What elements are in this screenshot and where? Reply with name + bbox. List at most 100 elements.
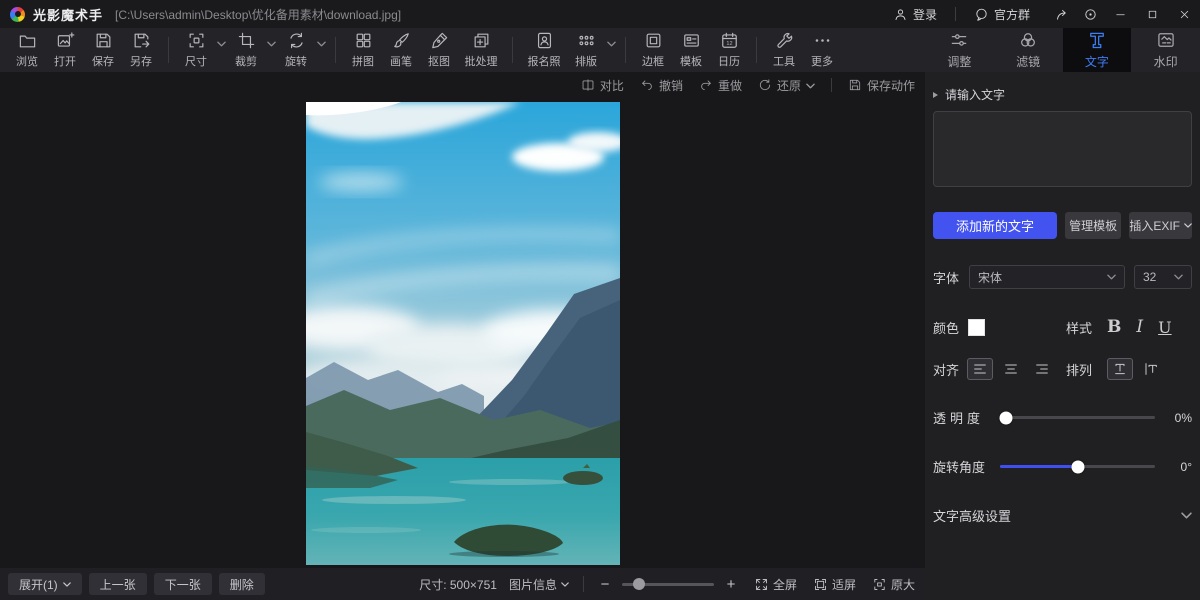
bottom-bar-center: 尺寸: 500×751 图片信息 − + 全屏 bbox=[419, 576, 915, 593]
share-arrow-icon bbox=[1055, 7, 1070, 22]
close-button[interactable] bbox=[1168, 0, 1200, 28]
tab-watermark[interactable]: 水印 bbox=[1131, 28, 1200, 72]
arrange-label: 排列 bbox=[1066, 360, 1092, 379]
calendar-button[interactable]: 12 日历 bbox=[710, 31, 748, 69]
zoom-slider[interactable] bbox=[622, 583, 714, 586]
save-button[interactable]: 保存 bbox=[84, 31, 122, 69]
compare-button[interactable]: 对比 bbox=[581, 77, 624, 94]
chevron-down-icon bbox=[267, 41, 276, 47]
opacity-value: 0% bbox=[1166, 411, 1192, 425]
minimize-button[interactable] bbox=[1104, 0, 1136, 28]
rotation-slider[interactable] bbox=[1000, 465, 1155, 468]
style-group: 样式 B I U bbox=[1066, 317, 1172, 337]
expand-button[interactable]: 展开(1) bbox=[8, 573, 82, 595]
official-group-button[interactable]: 官方群 bbox=[974, 6, 1030, 23]
underline-button[interactable]: U bbox=[1158, 318, 1171, 337]
align-left-icon bbox=[972, 361, 988, 377]
redo-button[interactable]: 重做 bbox=[699, 77, 742, 94]
opacity-slider-knob[interactable] bbox=[1000, 411, 1013, 424]
resize-button[interactable]: 尺寸 bbox=[177, 31, 215, 69]
resize-dropdown[interactable] bbox=[215, 41, 227, 47]
border-button[interactable]: 边框 bbox=[634, 31, 672, 69]
tab-text[interactable]: 文字 bbox=[1063, 28, 1132, 72]
text-horizontal-button[interactable] bbox=[1107, 358, 1133, 380]
color-swatch[interactable] bbox=[968, 319, 985, 336]
italic-button[interactable]: I bbox=[1136, 317, 1143, 337]
text-input-caption[interactable]: 请输入文字 bbox=[933, 86, 1192, 103]
layout-dots-icon bbox=[577, 31, 596, 50]
photo-canvas[interactable] bbox=[0, 98, 925, 568]
brush-button[interactable]: 画笔 bbox=[382, 31, 420, 69]
tab-adjust[interactable]: 调整 bbox=[925, 28, 994, 72]
insert-exif-button[interactable]: 插入EXIF bbox=[1129, 212, 1192, 239]
font-family-select[interactable]: 宋体 bbox=[969, 265, 1125, 289]
tools-button[interactable]: 工具 bbox=[765, 31, 803, 69]
secondary-toolbar: 对比 撤销 重做 还原 保存动作 bbox=[0, 72, 925, 98]
text-vertical-button[interactable] bbox=[1138, 358, 1164, 380]
restore-dropdown[interactable] bbox=[806, 78, 815, 92]
svg-text:12: 12 bbox=[726, 41, 732, 47]
zoom-in-button[interactable]: + bbox=[724, 576, 738, 593]
login-button[interactable]: 登录 bbox=[893, 6, 937, 23]
panel-button-row: 添加新的文字 管理模板 插入EXIF bbox=[933, 212, 1192, 239]
zoom-slider-knob[interactable] bbox=[633, 578, 645, 590]
titlebar-actions: 登录 官方群 bbox=[893, 0, 1200, 28]
layout-dropdown[interactable] bbox=[605, 41, 617, 47]
crop-dropdown[interactable] bbox=[265, 41, 277, 47]
template-card-icon bbox=[682, 31, 701, 50]
font-size-select[interactable]: 32 bbox=[1134, 265, 1192, 289]
batch-button[interactable]: 批处理 bbox=[458, 31, 504, 69]
collage-button[interactable]: 拼图 bbox=[344, 31, 382, 69]
cutout-button[interactable]: 抠图 bbox=[420, 31, 458, 69]
save-as-button[interactable]: 另存 bbox=[122, 31, 160, 69]
bold-button[interactable]: B bbox=[1107, 317, 1121, 337]
share-button[interactable] bbox=[1048, 0, 1076, 28]
sliders-icon bbox=[949, 30, 969, 50]
redo-icon bbox=[699, 78, 713, 92]
crop-button[interactable]: 裁剪 bbox=[227, 31, 265, 69]
rotation-slider-knob[interactable] bbox=[1071, 460, 1084, 473]
align-right-icon bbox=[1034, 361, 1050, 377]
manage-template-button[interactable]: 管理模板 bbox=[1065, 212, 1121, 239]
image-info-button[interactable]: 图片信息 bbox=[509, 576, 569, 593]
template-button[interactable]: 模板 bbox=[672, 31, 710, 69]
zoom-out-button[interactable]: − bbox=[598, 576, 612, 593]
titlebar: 光影魔术手 [C:\Users\admin\Desktop\优化备用素材\dow… bbox=[0, 0, 1200, 28]
fit-screen-button[interactable]: 适屏 bbox=[813, 576, 856, 593]
actual-size-icon bbox=[872, 577, 887, 592]
side-tabs: 调整 滤镜 文字 水印 bbox=[925, 28, 1200, 72]
more-button[interactable]: 更多 bbox=[803, 31, 841, 69]
settings-button[interactable] bbox=[1076, 0, 1104, 28]
delete-button[interactable]: 删除 bbox=[219, 573, 265, 595]
app-title: 光影魔术手 bbox=[33, 5, 103, 24]
tab-filter[interactable]: 滤镜 bbox=[994, 28, 1063, 72]
text-vertical-icon bbox=[1143, 361, 1159, 377]
browse-button[interactable]: 浏览 bbox=[8, 31, 46, 69]
fullscreen-button[interactable]: 全屏 bbox=[754, 576, 797, 593]
content-area: 对比 撤销 重做 还原 保存动作 bbox=[0, 72, 1200, 600]
restore-button[interactable]: 还原 bbox=[758, 77, 815, 94]
app-window: 光影魔术手 [C:\Users\admin\Desktop\优化备用素材\dow… bbox=[0, 0, 1200, 600]
maximize-button[interactable] bbox=[1136, 0, 1168, 28]
layout-button[interactable]: 排版 bbox=[567, 31, 605, 69]
toolbar-divider bbox=[335, 37, 336, 63]
align-right-button[interactable] bbox=[1029, 358, 1055, 380]
chevron-down-icon bbox=[317, 41, 326, 47]
align-center-button[interactable] bbox=[998, 358, 1024, 380]
save-action-button[interactable]: 保存动作 bbox=[848, 77, 915, 94]
actual-size-button[interactable]: 原大 bbox=[872, 576, 915, 593]
rotate-dropdown[interactable] bbox=[315, 41, 327, 47]
advanced-settings-row[interactable]: 文字高级设置 bbox=[933, 506, 1192, 525]
text-input[interactable] bbox=[933, 111, 1192, 187]
prev-image-button[interactable]: 上一张 bbox=[89, 573, 147, 595]
add-text-button[interactable]: 添加新的文字 bbox=[933, 212, 1057, 239]
undo-button[interactable]: 撤销 bbox=[640, 77, 683, 94]
rotate-button[interactable]: 旋转 bbox=[277, 31, 315, 69]
next-image-button[interactable]: 下一张 bbox=[154, 573, 212, 595]
opacity-row: 透明度 0% bbox=[933, 408, 1192, 427]
chevron-down-icon bbox=[1184, 223, 1192, 228]
open-button[interactable]: 打开 bbox=[46, 31, 84, 69]
align-left-button[interactable] bbox=[967, 358, 993, 380]
id-photo-button[interactable]: 报名照 bbox=[521, 31, 567, 69]
opacity-slider[interactable] bbox=[1000, 416, 1155, 419]
